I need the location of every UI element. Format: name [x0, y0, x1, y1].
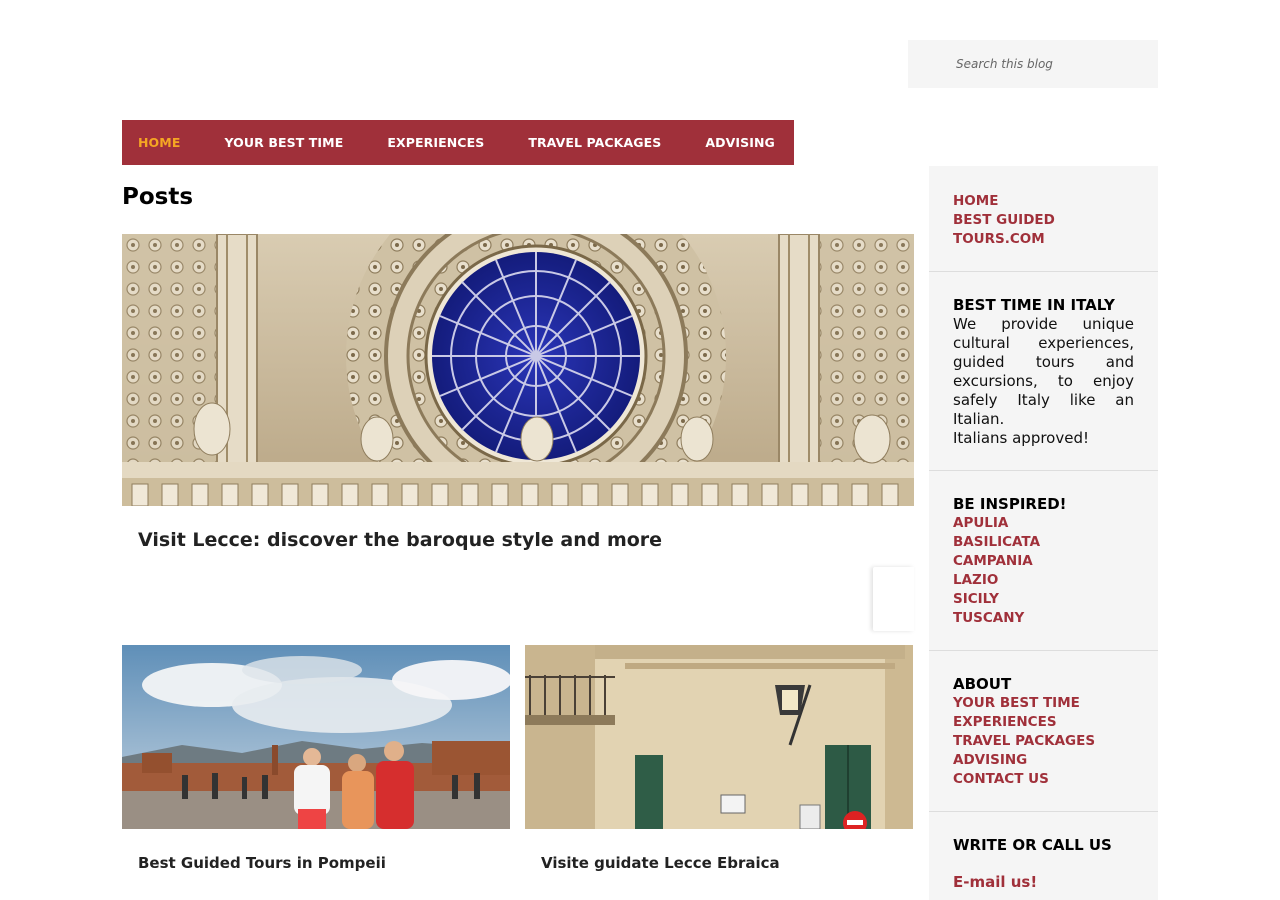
lecce-street-photo — [525, 645, 913, 829]
baroque-facade-image — [122, 234, 914, 506]
nav-item-travel-packages[interactable]: TRAVEL PACKAGES — [528, 135, 661, 150]
region-link-lazio[interactable]: LAZIO — [953, 571, 1134, 590]
about-link-travel-packages[interactable]: TRAVEL PACKAGES — [953, 732, 1134, 751]
about-heading: ABOUT — [953, 675, 1012, 693]
post-card-title-pompeii[interactable]: Best Guided Tours in Pompeii — [138, 854, 386, 872]
search-input[interactable] — [908, 40, 1158, 88]
about-link-contact-us[interactable]: CONTACT US — [953, 770, 1134, 789]
search-box[interactable] — [908, 40, 1158, 88]
pompeii-photo — [122, 645, 510, 829]
about-link-experiences[interactable]: EXPERIENCES — [953, 713, 1134, 732]
region-link-tuscany[interactable]: TUSCANY — [953, 609, 1134, 628]
region-link-campania[interactable]: CAMPANIA — [953, 552, 1134, 571]
recaptcha-badge — [873, 567, 914, 631]
nav-item-home[interactable]: HOME — [138, 135, 180, 150]
sidebar-widget-inspired: BE INSPIRED! APULIA BASILICATA CAMPANIA … — [929, 471, 1158, 651]
best-time-tagline: Italians approved! — [953, 429, 1090, 447]
region-link-sicily[interactable]: SICILY — [953, 590, 1134, 609]
featured-post-title[interactable]: Visit Lecce: discover the baroque style … — [138, 529, 662, 551]
region-link-basilicata[interactable]: BASILICATA — [953, 533, 1134, 552]
sidebar-widget-best-time: BEST TIME IN ITALY We provide unique cul… — [929, 272, 1158, 471]
post-card-image-pompeii[interactable] — [122, 645, 510, 829]
nav-item-your-best-time[interactable]: YOUR BEST TIME — [224, 135, 343, 150]
nav-item-advising[interactable]: ADVISING — [705, 135, 775, 150]
sidebar-widget-home: HOME BEST GUIDED TOURS.COM — [929, 166, 1158, 272]
nav-item-experiences[interactable]: EXPERIENCES — [387, 135, 484, 150]
sidebar-link-home[interactable]: HOME — [953, 192, 1134, 211]
sidebar-widget-contact: WRITE OR CALL US E-mail us! — [929, 812, 1158, 900]
sidebar-widget-about: ABOUT YOUR BEST TIME EXPERIENCES TRAVEL … — [929, 651, 1158, 812]
about-link-your-best-time[interactable]: YOUR BEST TIME — [953, 694, 1134, 713]
sidebar: HOME BEST GUIDED TOURS.COM BEST TIME IN … — [929, 166, 1158, 900]
email-link[interactable]: E-mail us! — [953, 873, 1134, 892]
best-time-description: We provide unique cultural experiences, … — [953, 315, 1134, 428]
contact-heading: WRITE OR CALL US — [953, 836, 1112, 854]
about-link-advising[interactable]: ADVISING — [953, 751, 1134, 770]
post-card-title-lecce[interactable]: Visite guidate Lecce Ebraica — [541, 854, 780, 872]
sidebar-link-best-guided-tours[interactable]: BEST GUIDED TOURS.COM — [953, 211, 1083, 249]
best-time-heading: BEST TIME IN ITALY — [953, 296, 1115, 314]
inspired-heading: BE INSPIRED! — [953, 495, 1067, 513]
page-title: Posts — [122, 184, 194, 210]
region-link-apulia[interactable]: APULIA — [953, 514, 1134, 533]
main-nav: HOME YOUR BEST TIME EXPERIENCES TRAVEL P… — [122, 120, 794, 165]
post-card-image-lecce[interactable] — [525, 645, 913, 829]
featured-post-image[interactable] — [122, 234, 914, 506]
